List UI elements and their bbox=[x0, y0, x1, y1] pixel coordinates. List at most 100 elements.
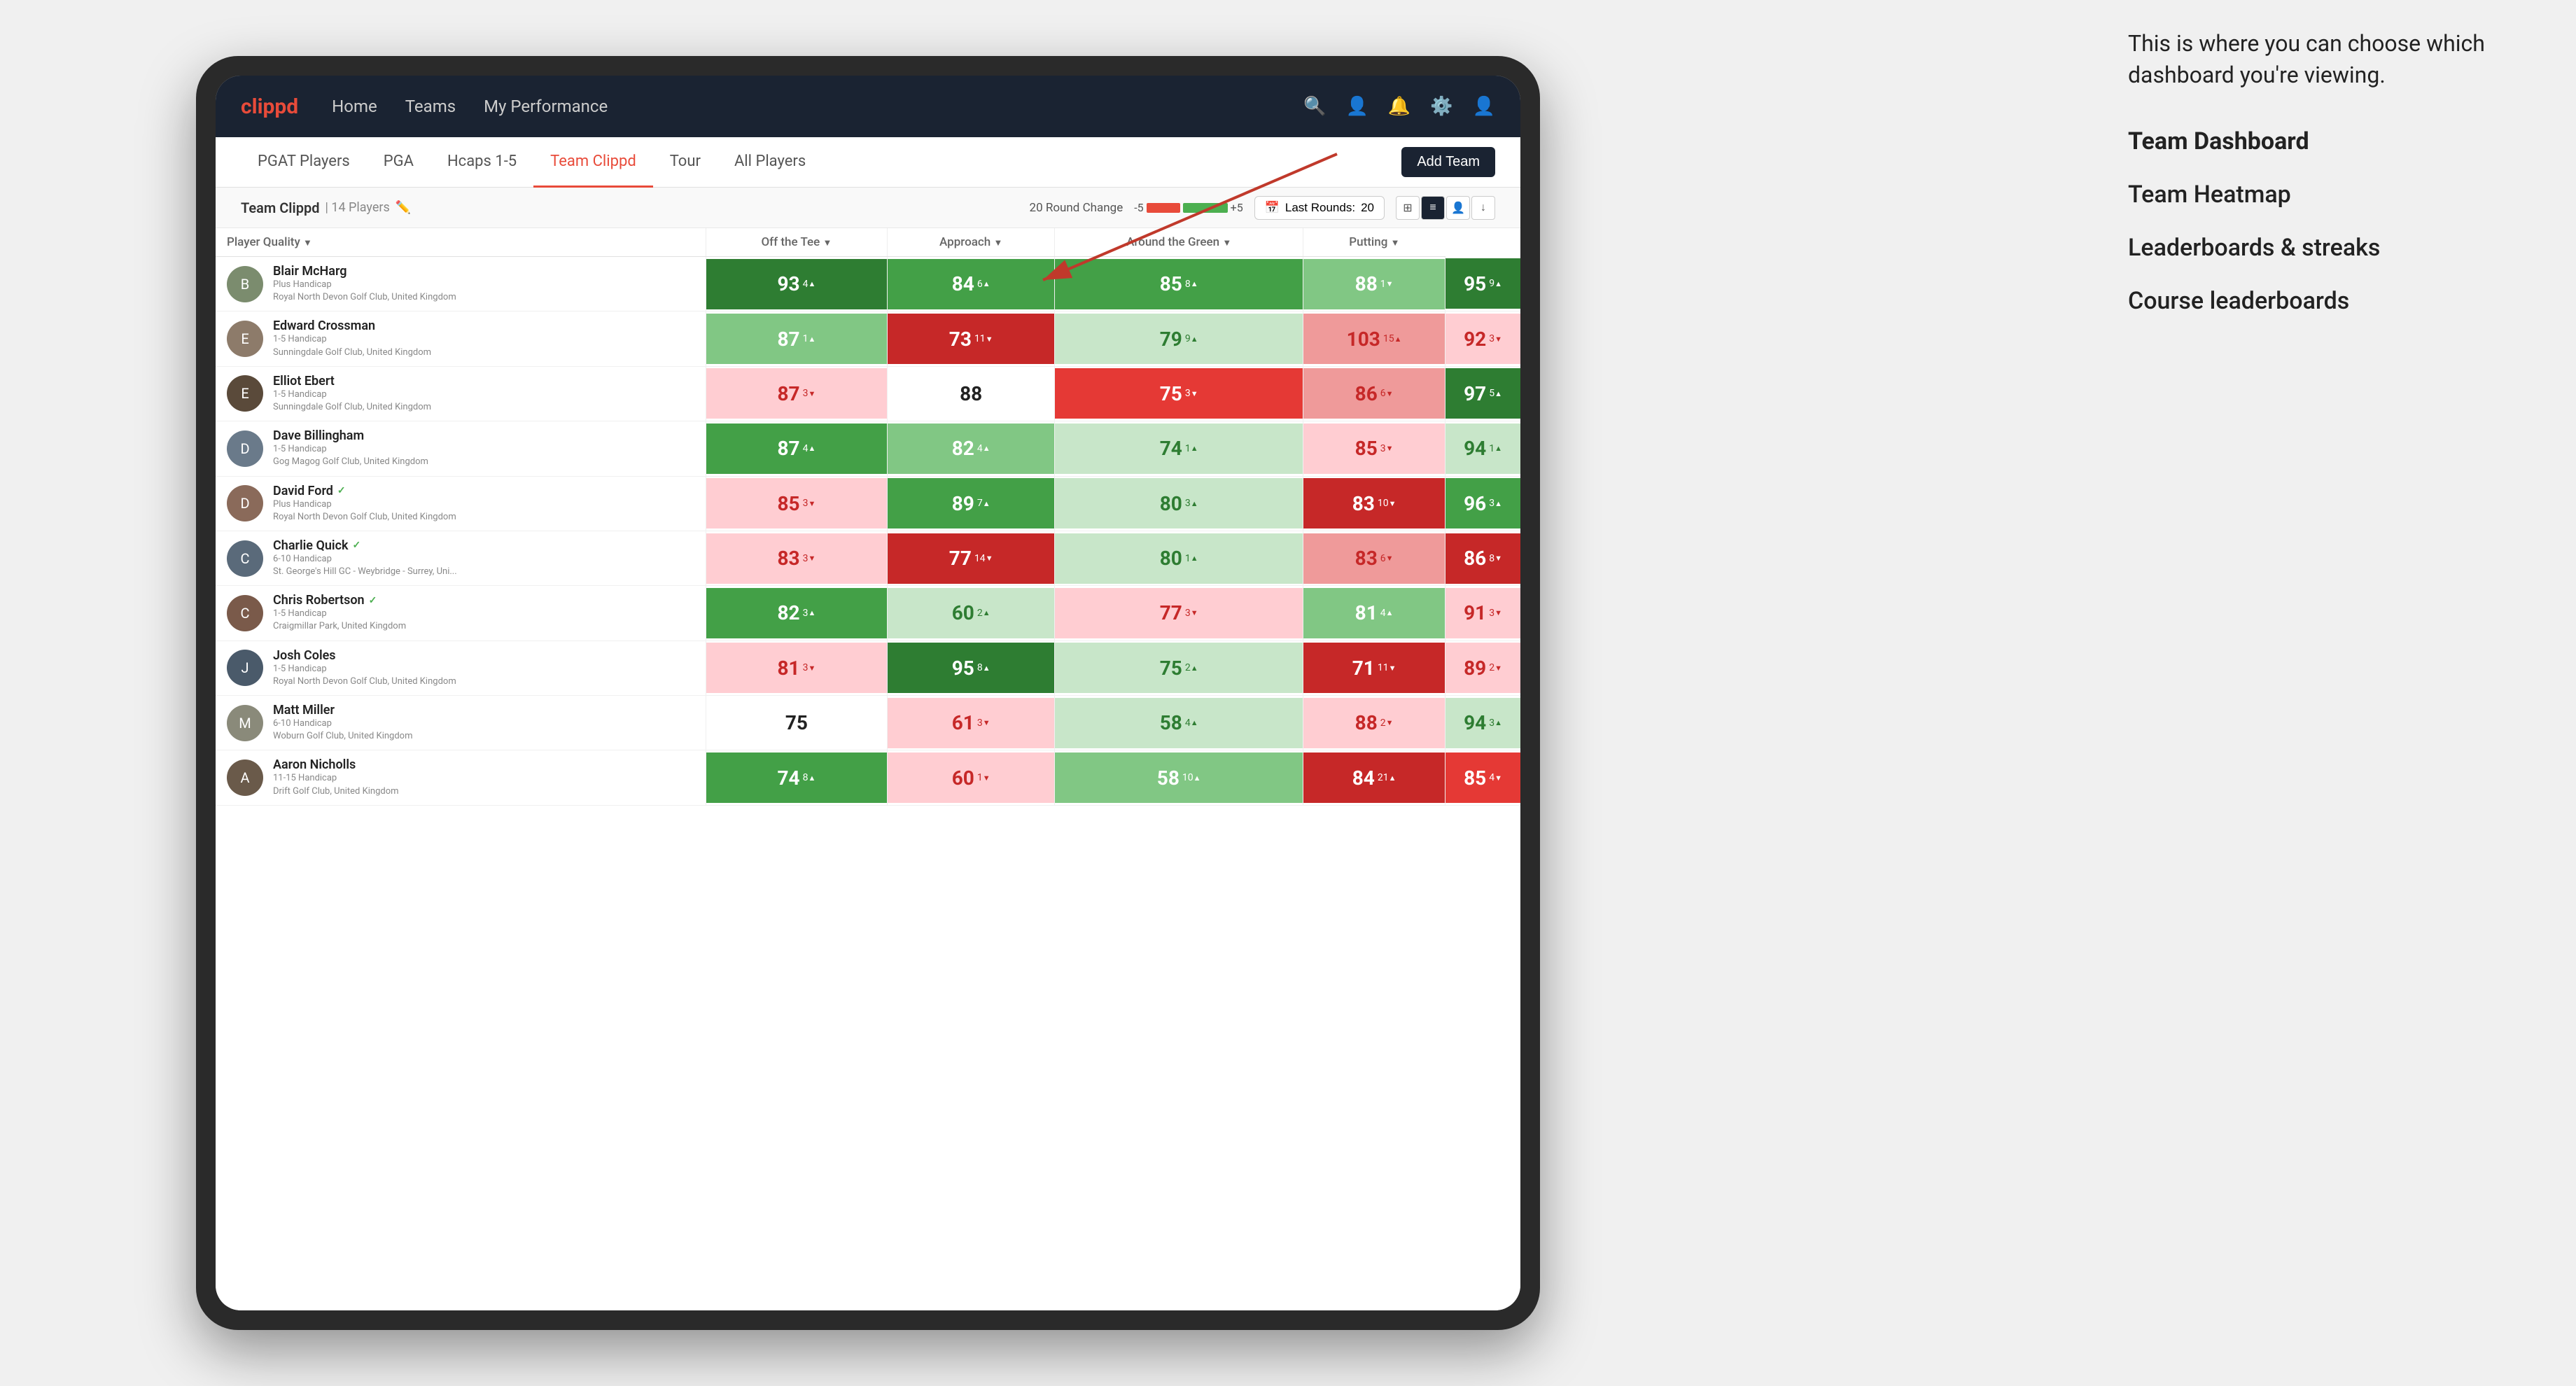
table-row[interactable]: J Josh Coles 1-5 Handicap Royal North De… bbox=[216, 640, 1520, 695]
metric-value: 87 bbox=[777, 382, 799, 405]
tab-team-clippd[interactable]: Team Clippd bbox=[533, 137, 653, 188]
metric-change: 5 bbox=[1489, 388, 1502, 399]
player-handicap: 1-5 Handicap bbox=[273, 663, 456, 676]
metric-value: 91 bbox=[1464, 601, 1486, 624]
metric-box: 88 1 bbox=[1303, 259, 1445, 309]
settings-icon[interactable]: ⚙️ bbox=[1430, 96, 1452, 117]
player-cell: D Dave Billingham 1-5 Handicap Gog Magog… bbox=[216, 421, 706, 475]
top-nav: clippd Home Teams My Performance 🔍 👤 🔔 ⚙… bbox=[216, 76, 1520, 137]
metric-around_green: 88 2 bbox=[1303, 696, 1446, 750]
tab-hcaps[interactable]: Hcaps 1-5 bbox=[430, 137, 533, 188]
verified-badge: ✓ bbox=[369, 595, 377, 606]
tab-pgat-players[interactable]: PGAT Players bbox=[241, 137, 367, 188]
avatar: B bbox=[227, 266, 263, 302]
metric-around_green: 83 10 bbox=[1303, 476, 1446, 531]
table-row[interactable]: C Chris Robertson ✓ 1-5 Handicap Craigmi… bbox=[216, 586, 1520, 640]
grid-view-button[interactable]: ⊞ bbox=[1396, 196, 1420, 220]
verified-badge: ✓ bbox=[353, 540, 361, 551]
metric-off_tee: 61 3 bbox=[888, 696, 1055, 750]
player-info: Charlie Quick ✓ 6-10 Handicap St. George… bbox=[273, 538, 457, 578]
bell-icon[interactable]: 🔔 bbox=[1388, 96, 1410, 117]
metric-box: 84 21 bbox=[1303, 752, 1445, 803]
metric-box-quality: 82 3 bbox=[706, 588, 888, 638]
metric-box: 91 3 bbox=[1446, 588, 1520, 638]
annotation-item-3: Course leaderboards bbox=[2128, 286, 2534, 316]
download-button[interactable]: ↓ bbox=[1471, 196, 1495, 220]
metric-change: 3 bbox=[803, 553, 816, 564]
user-icon[interactable]: 👤 bbox=[1346, 96, 1368, 117]
player-name: Aaron Nicholls bbox=[273, 757, 399, 772]
metric-value: 85 bbox=[1464, 766, 1486, 790]
metric-value: 93 bbox=[777, 272, 799, 295]
metric-value: 58 bbox=[1160, 711, 1182, 734]
round-change-label: 20 Round Change bbox=[1030, 201, 1124, 215]
metric-box-quality: 85 3 bbox=[706, 478, 888, 528]
metric-box: 86 8 bbox=[1446, 533, 1520, 584]
metric-value: 79 bbox=[1160, 328, 1182, 351]
verified-badge: ✓ bbox=[337, 485, 346, 496]
table-container[interactable]: Player Quality ▼ Off the Tee ▼ Approach … bbox=[216, 228, 1520, 1310]
tab-tour[interactable]: Tour bbox=[653, 137, 718, 188]
metric-change: 4 bbox=[977, 443, 990, 454]
player-handicap: 1-5 Handicap bbox=[273, 333, 431, 346]
metric-quality: 87 3 bbox=[706, 366, 888, 421]
metric-box: 60 2 bbox=[888, 588, 1054, 638]
metric-value: 74 bbox=[1160, 437, 1182, 460]
metric-value: 88 bbox=[1355, 272, 1378, 295]
metric-box-quality: 74 8 bbox=[706, 752, 888, 803]
metric-value: 95 bbox=[1464, 272, 1486, 295]
metric-box: 81 4 bbox=[1303, 588, 1445, 638]
metric-off_tee: 60 1 bbox=[888, 750, 1055, 805]
metric-change: 3 bbox=[1489, 333, 1502, 344]
avatar: A bbox=[227, 760, 263, 796]
table-row[interactable]: D David Ford ✓ Plus Handicap Royal North… bbox=[216, 476, 1520, 531]
chart-view-button[interactable]: 👤 bbox=[1446, 196, 1470, 220]
metric-box: 58 4 bbox=[1055, 698, 1303, 748]
metric-value: 89 bbox=[952, 492, 974, 515]
metric-box: 89 7 bbox=[888, 478, 1054, 528]
add-team-button[interactable]: Add Team bbox=[1401, 147, 1495, 177]
annotation-item-0: Team Dashboard bbox=[2128, 126, 2534, 157]
last-rounds-button[interactable]: 📅 Last Rounds: 20 bbox=[1254, 196, 1385, 220]
table-row[interactable]: D Dave Billingham 1-5 Handicap Gog Magog… bbox=[216, 421, 1520, 476]
view-icons: ⊞ ≡ 👤 ↓ bbox=[1396, 196, 1495, 220]
metric-value: 94 bbox=[1464, 437, 1486, 460]
metric-change: 3 bbox=[1185, 388, 1198, 399]
nav-home[interactable]: Home bbox=[332, 97, 377, 116]
app-logo: clippd bbox=[241, 94, 298, 119]
metric-box: 75 3 bbox=[1055, 368, 1303, 419]
metric-off_tee: 60 2 bbox=[888, 586, 1055, 640]
nav-my-performance[interactable]: My Performance bbox=[484, 97, 608, 116]
player-cell: E Edward Crossman 1-5 Handicap Sunningda… bbox=[216, 312, 706, 365]
last-rounds-label: Last Rounds: bbox=[1285, 201, 1355, 215]
metric-quality: 87 4 bbox=[706, 421, 888, 476]
ipad-frame: clippd Home Teams My Performance 🔍 👤 🔔 ⚙… bbox=[196, 56, 1540, 1330]
metric-box: 82 4 bbox=[888, 424, 1054, 474]
nav-teams[interactable]: Teams bbox=[405, 97, 456, 116]
metric-change: 3 bbox=[1185, 498, 1198, 509]
metric-change: 6 bbox=[977, 279, 990, 290]
tab-pga[interactable]: PGA bbox=[367, 137, 430, 188]
table-row[interactable]: E Elliot Ebert 1-5 Handicap Sunningdale … bbox=[216, 366, 1520, 421]
table-row[interactable]: C Charlie Quick ✓ 6-10 Handicap St. Geor… bbox=[216, 531, 1520, 585]
metric-change: 1 bbox=[1185, 553, 1198, 564]
avatar: C bbox=[227, 595, 263, 631]
player-tbody: B Blair McHarg Plus Handicap Royal North… bbox=[216, 257, 1520, 806]
metric-around_green: 85 3 bbox=[1303, 421, 1446, 476]
metric-change: 11 bbox=[1378, 662, 1396, 673]
avatar-icon[interactable]: 👤 bbox=[1473, 96, 1495, 117]
table-row[interactable]: M Matt Miller 6-10 Handicap Woburn Golf … bbox=[216, 696, 1520, 750]
metric-box-quality: 75 bbox=[706, 698, 888, 748]
player-cell: E Elliot Ebert 1-5 Handicap Sunningdale … bbox=[216, 367, 706, 421]
table-view-button[interactable]: ≡ bbox=[1421, 196, 1445, 220]
table-row[interactable]: A Aaron Nicholls 11-15 Handicap Drift Go… bbox=[216, 750, 1520, 805]
tab-all-players[interactable]: All Players bbox=[718, 137, 822, 188]
edit-icon[interactable]: ✏️ bbox=[396, 200, 411, 215]
metric-value: 88 bbox=[1355, 711, 1378, 734]
metric-box: 79 9 bbox=[1055, 314, 1303, 364]
search-icon[interactable]: 🔍 bbox=[1303, 96, 1326, 117]
col-putting: Putting ▼ bbox=[1303, 228, 1446, 257]
table-row[interactable]: B Blair McHarg Plus Handicap Royal North… bbox=[216, 257, 1520, 312]
player-handicap: 6-10 Handicap bbox=[273, 718, 413, 730]
table-row[interactable]: E Edward Crossman 1-5 Handicap Sunningda… bbox=[216, 312, 1520, 366]
